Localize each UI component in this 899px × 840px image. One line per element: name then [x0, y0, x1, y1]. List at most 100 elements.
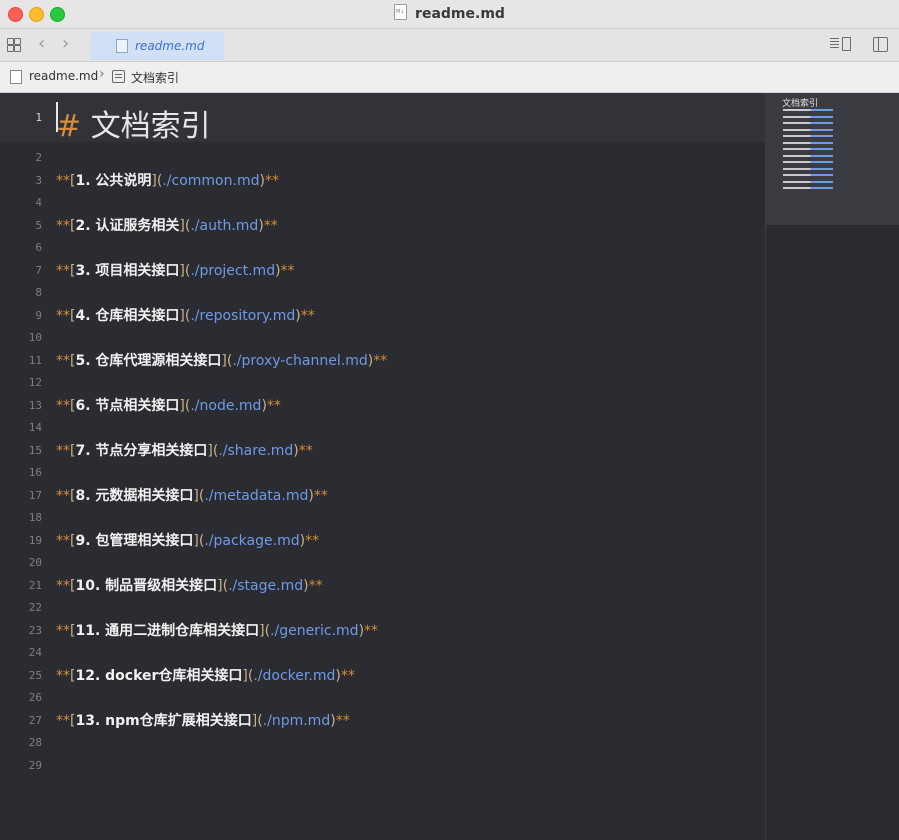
line-number: 2 [35, 151, 42, 164]
link-text: 4. 仓库相关接口 [75, 307, 180, 324]
line-number: 11 [28, 353, 42, 367]
link-url: ./repository.md [190, 307, 296, 324]
bold-marker: ** [340, 667, 355, 684]
link-line[interactable]: **[12. docker仓库相关接口](./docker.md)** [56, 665, 355, 685]
bold-marker: ** [56, 397, 70, 414]
link-line[interactable]: **[11. 通用二进制仓库相关接口](./generic.md)** [56, 620, 378, 640]
link-line[interactable]: **[9. 包管理相关接口](./package.md)** [56, 530, 319, 550]
chevron-right-icon: › [99, 66, 105, 82]
link-url: ./metadata.md [204, 487, 309, 504]
link-url: ./generic.md [270, 622, 359, 639]
bold-marker: ** [56, 577, 70, 594]
heading-text: 文档索引 [90, 109, 211, 144]
link-line[interactable]: **[13. npm仓库扩展相关接口](./npm.md)** [56, 710, 350, 730]
line-number: 14 [28, 421, 42, 434]
line-number: 12 [28, 376, 42, 389]
tab-readme[interactable]: readme.md [90, 32, 224, 60]
link-url: ./npm.md [262, 712, 331, 729]
bold-marker: ** [56, 172, 70, 189]
bold-marker: ** [335, 712, 350, 729]
link-text: 11. 通用二进制仓库相关接口 [75, 622, 260, 639]
line-number: 29 [28, 758, 42, 772]
line-number: 27 [28, 713, 42, 727]
back-arrow-icon[interactable]: ‹ [38, 33, 45, 54]
link-line[interactable]: **[6. 节点相关接口](./node.md)** [56, 395, 281, 415]
line-number: 24 [28, 646, 42, 659]
line-number: 9 [35, 308, 42, 322]
bold-marker: ** [56, 442, 70, 459]
link-text: 10. 制品晋级相关接口 [75, 577, 218, 594]
link-text: 12. docker仓库相关接口 [75, 667, 243, 684]
bold-marker: ** [280, 262, 295, 279]
outline-toggle-icon[interactable] [830, 37, 852, 51]
minimap-line [783, 148, 833, 150]
link-text: 1. 公共说明 [75, 172, 152, 189]
link-url: ./share.md [218, 442, 294, 459]
code-editor[interactable]: 1 # 文档索引 2 3 4 5 6 7 8 9 10 11 12 13 14 15 16 17 18 19 20 2… [0, 93, 765, 840]
line-number: 23 [28, 623, 42, 637]
link-line[interactable]: **[4. 仓库相关接口](./repository.md)** [56, 305, 315, 325]
link-line[interactable]: **[3. 项目相关接口](./project.md)** [56, 260, 295, 280]
forward-arrow-icon[interactable]: › [62, 33, 69, 54]
line-number: 18 [28, 511, 42, 524]
minimap-line [783, 141, 833, 144]
link-line[interactable]: **[7. 节点分享相关接口](./share.md)** [56, 440, 313, 460]
bold-marker: ** [373, 352, 388, 369]
line-number: 5 [35, 218, 42, 232]
line-number: 17 [28, 488, 42, 502]
breadcrumb-section[interactable]: 文档索引 [131, 69, 179, 86]
link-url: ./common.md [162, 172, 260, 189]
link-line[interactable]: **[1. 公共说明](./common.md)** [56, 170, 279, 190]
minimap-line [783, 135, 833, 137]
minimap[interactable]: 文档索引 [765, 93, 899, 840]
bold-marker: ** [308, 577, 323, 594]
line-number: 4 [35, 196, 42, 209]
minimap-line [783, 115, 833, 118]
link-line[interactable]: **[2. 认证服务相关](./auth.md)** [56, 215, 278, 235]
line-number: 21 [28, 578, 42, 592]
minimap-line [783, 174, 833, 176]
heading-line[interactable]: # 文档索引 [56, 101, 211, 145]
breadcrumb-file[interactable]: readme.md [29, 69, 98, 83]
bold-marker: ** [56, 712, 70, 729]
minimap-line [783, 128, 833, 131]
line-number: 25 [28, 668, 42, 682]
bold-marker: ** [266, 397, 281, 414]
link-text: 13. npm仓库扩展相关接口 [75, 712, 252, 729]
line-number: 28 [28, 736, 42, 749]
link-text: 8. 元数据相关接口 [75, 487, 194, 504]
line-number: 10 [28, 331, 42, 344]
link-line[interactable]: **[10. 制品晋级相关接口](./stage.md)** [56, 575, 323, 595]
markdown-file-icon [10, 70, 22, 84]
bold-marker: ** [298, 442, 313, 459]
bold-marker: ** [56, 217, 70, 234]
heading-marker: # [56, 109, 82, 144]
link-line[interactable]: **[5. 仓库代理源相关接口](./proxy-channel.md)** [56, 350, 387, 370]
split-pane-icon[interactable] [873, 37, 888, 52]
link-line[interactable]: **[8. 元数据相关接口](./metadata.md)** [56, 485, 328, 505]
minimap-viewport[interactable] [766, 93, 899, 225]
minimap-line [783, 187, 833, 189]
bold-marker: ** [300, 307, 315, 324]
tab-label: readme.md [135, 39, 205, 53]
line-number: 3 [35, 173, 42, 187]
link-url: ./project.md [190, 262, 276, 279]
line-number: 22 [28, 601, 42, 614]
grid-icon[interactable] [7, 38, 21, 52]
line-number: 16 [28, 466, 42, 479]
link-text: 2. 认证服务相关 [75, 217, 180, 234]
minimap-line [783, 154, 833, 157]
line-number: 26 [28, 691, 42, 704]
bold-marker: ** [264, 172, 279, 189]
bold-marker: ** [56, 667, 70, 684]
tab-bar: ‹ › readme.md [0, 29, 899, 62]
window-title: readme.md [0, 4, 899, 22]
bold-marker: ** [364, 622, 379, 639]
minimap-line [783, 180, 833, 183]
line-number: 1 [35, 111, 42, 124]
bold-marker: ** [305, 532, 320, 549]
line-number: 8 [35, 286, 42, 299]
markdown-file-icon [116, 39, 128, 53]
line-number: 7 [35, 263, 42, 277]
title-bar: readme.md [0, 0, 899, 29]
